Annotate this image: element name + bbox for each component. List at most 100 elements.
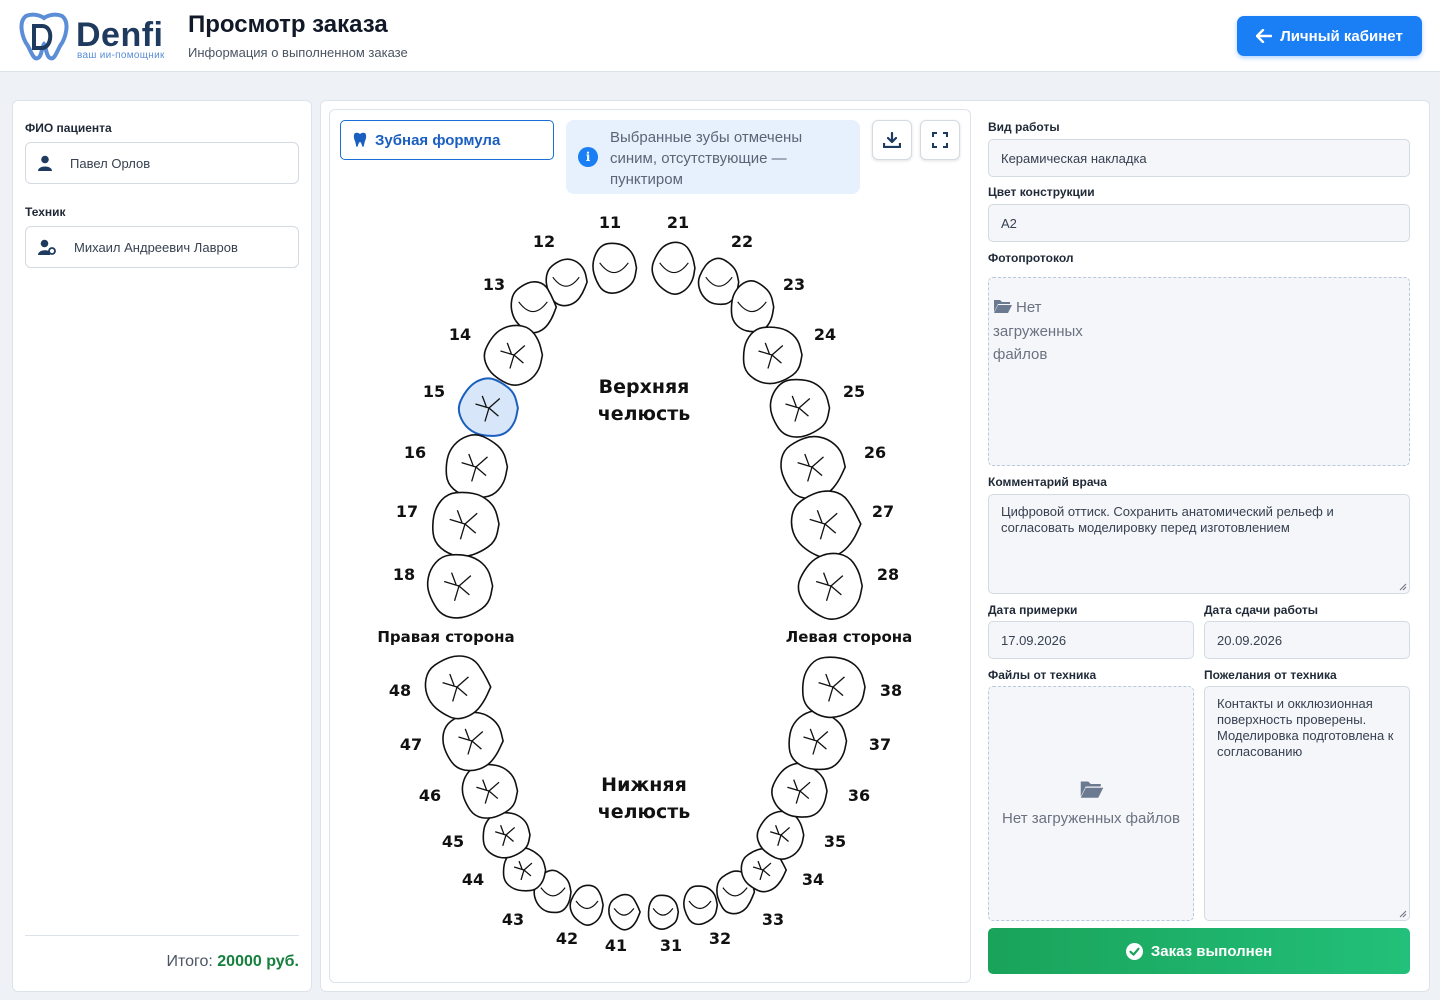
tooth-42[interactable] — [569, 884, 604, 926]
tooth-21[interactable] — [651, 241, 696, 295]
order-done-label: Заказ выполнен — [1150, 942, 1273, 960]
tooth-number-41: 41 — [605, 936, 627, 955]
tooth-14[interactable] — [483, 324, 544, 386]
tooth-number-14: 14 — [449, 325, 471, 344]
tooth-number-33: 33 — [762, 910, 784, 929]
resize-grip-icon[interactable] — [1399, 583, 1407, 591]
order-done-button[interactable]: Заказ выполнен — [988, 928, 1410, 974]
dental-formula-button[interactable]: Зубная формула — [340, 120, 554, 160]
tooth-outline — [683, 885, 719, 926]
technician-files-dropzone[interactable]: Нет загруженных файлов — [988, 686, 1194, 921]
patient-panel: ФИО пациента Павел Орлов Техник Михаил А… — [12, 100, 312, 992]
tooth-number-32: 32 — [709, 929, 731, 948]
order-total: Итого: 20000 руб. — [166, 953, 299, 971]
work-type-label: Вид работы — [988, 120, 1060, 134]
download-button[interactable] — [872, 120, 912, 160]
tooth-15[interactable] — [457, 377, 519, 437]
tooth-number-16: 16 — [404, 443, 426, 462]
app-header: Denfi ваш ии-помощник Просмотр заказа Ин… — [0, 0, 1440, 72]
tooth-36[interactable] — [771, 762, 828, 818]
technician-wishes-field[interactable]: Контакты и окклюзионная поверхность пров… — [1204, 686, 1410, 921]
tooth-31[interactable] — [647, 894, 680, 930]
tooth-number-35: 35 — [824, 832, 846, 851]
tooth-48[interactable] — [424, 655, 492, 720]
tooth-number-45: 45 — [442, 832, 464, 851]
patient-name: Павел Орлов — [70, 155, 151, 171]
check-circle-icon — [1125, 942, 1143, 960]
tooth-16[interactable] — [445, 434, 509, 499]
photo-protocol-dropzone[interactable]: Нет загруженных файлов — [988, 277, 1410, 466]
tooth-number-42: 42 — [556, 929, 578, 948]
info-text: Выбранные зубы отмечены синим, отсутству… — [610, 129, 803, 188]
tooth-26[interactable] — [780, 435, 847, 500]
page-subtitle: Информация о выполненном заказе — [188, 45, 408, 60]
tooth-number-31: 31 — [660, 936, 682, 955]
info-hint: i Выбранные зубы отмечены синим, отсутст… — [566, 120, 860, 194]
tooth-47[interactable] — [442, 711, 504, 772]
tooth-number-13: 13 — [483, 275, 505, 294]
tooth-46[interactable] — [461, 763, 519, 819]
tooth-27[interactable] — [790, 490, 862, 559]
folder-open-icon — [994, 300, 1012, 313]
tooth-number-44: 44 — [462, 870, 484, 889]
info-icon: i — [578, 147, 598, 167]
photo-protocol-label: Фотопротокол — [988, 251, 1074, 265]
tooth-number-46: 46 — [419, 786, 441, 805]
tooth-32[interactable] — [683, 885, 719, 926]
right-side-label: Правая сторона — [377, 628, 514, 646]
tooth-18[interactable] — [426, 553, 494, 619]
arrow-left-icon — [1256, 29, 1273, 43]
tooth-outline — [592, 242, 638, 294]
upper-jaw-label-2: челюсть — [598, 403, 691, 425]
tooth-38[interactable] — [801, 656, 866, 719]
tooth-45[interactable] — [482, 811, 531, 859]
fitting-date-field: 17.09.2026 — [988, 621, 1194, 659]
lower-jaw-label-2: челюсть — [598, 801, 691, 823]
technician-files-empty: Нет загруженных файлов — [1002, 810, 1180, 827]
total-label: Итого: — [166, 953, 213, 970]
folder-open-icon — [1080, 781, 1104, 798]
tooth-23[interactable] — [730, 280, 775, 333]
color-field: A2 — [988, 204, 1410, 242]
tooth-number-47: 47 — [400, 735, 422, 754]
tooth-logo-icon — [19, 12, 69, 61]
resize-grip-icon[interactable] — [1399, 910, 1407, 918]
tooth-number-28: 28 — [877, 565, 899, 584]
fullscreen-button[interactable] — [920, 120, 960, 160]
tooth-25[interactable] — [769, 378, 831, 438]
tooth-outline — [651, 241, 696, 295]
tooth-37[interactable] — [788, 710, 848, 771]
tooth-number-24: 24 — [814, 325, 836, 344]
personal-cabinet-button[interactable]: Личный кабинет — [1237, 16, 1422, 56]
delivery-date-label: Дата сдачи работы — [1204, 603, 1319, 617]
delivery-date-field: 20.09.2026 — [1204, 621, 1410, 659]
tooth-number-38: 38 — [880, 681, 902, 700]
tooth-11[interactable] — [592, 242, 638, 294]
tooth-icon — [353, 132, 367, 147]
fullscreen-icon — [932, 132, 948, 148]
doctor-comment-field[interactable]: Цифровой оттиск. Сохранить анатомический… — [988, 494, 1410, 594]
tooth-number-37: 37 — [869, 735, 891, 754]
divider — [25, 935, 299, 936]
tooth-24[interactable] — [742, 326, 803, 385]
tooth-17[interactable] — [431, 491, 500, 558]
tooth-41[interactable] — [608, 893, 641, 931]
tooth-number-27: 27 — [872, 502, 894, 521]
tooth-number-25: 25 — [843, 382, 865, 401]
tooth-number-22: 22 — [731, 232, 753, 251]
tooth-outline — [608, 893, 641, 931]
user-icon — [38, 155, 52, 171]
tooth-number-34: 34 — [802, 870, 824, 889]
tooth-outline — [730, 280, 775, 333]
tooth-number-12: 12 — [533, 232, 555, 251]
tooth-number-43: 43 — [502, 910, 524, 929]
download-icon — [883, 132, 901, 148]
denfi-logo[interactable]: Denfi ваш ии-помощник — [18, 10, 178, 62]
tooth-outline — [569, 884, 604, 926]
dental-formula-label: Зубная формула — [375, 131, 501, 149]
tooth-outline — [457, 377, 519, 437]
tooth-number-23: 23 — [783, 275, 805, 294]
tooth-number-48: 48 — [389, 681, 411, 700]
tooth-28[interactable] — [797, 552, 864, 620]
tooth-number-26: 26 — [864, 443, 886, 462]
